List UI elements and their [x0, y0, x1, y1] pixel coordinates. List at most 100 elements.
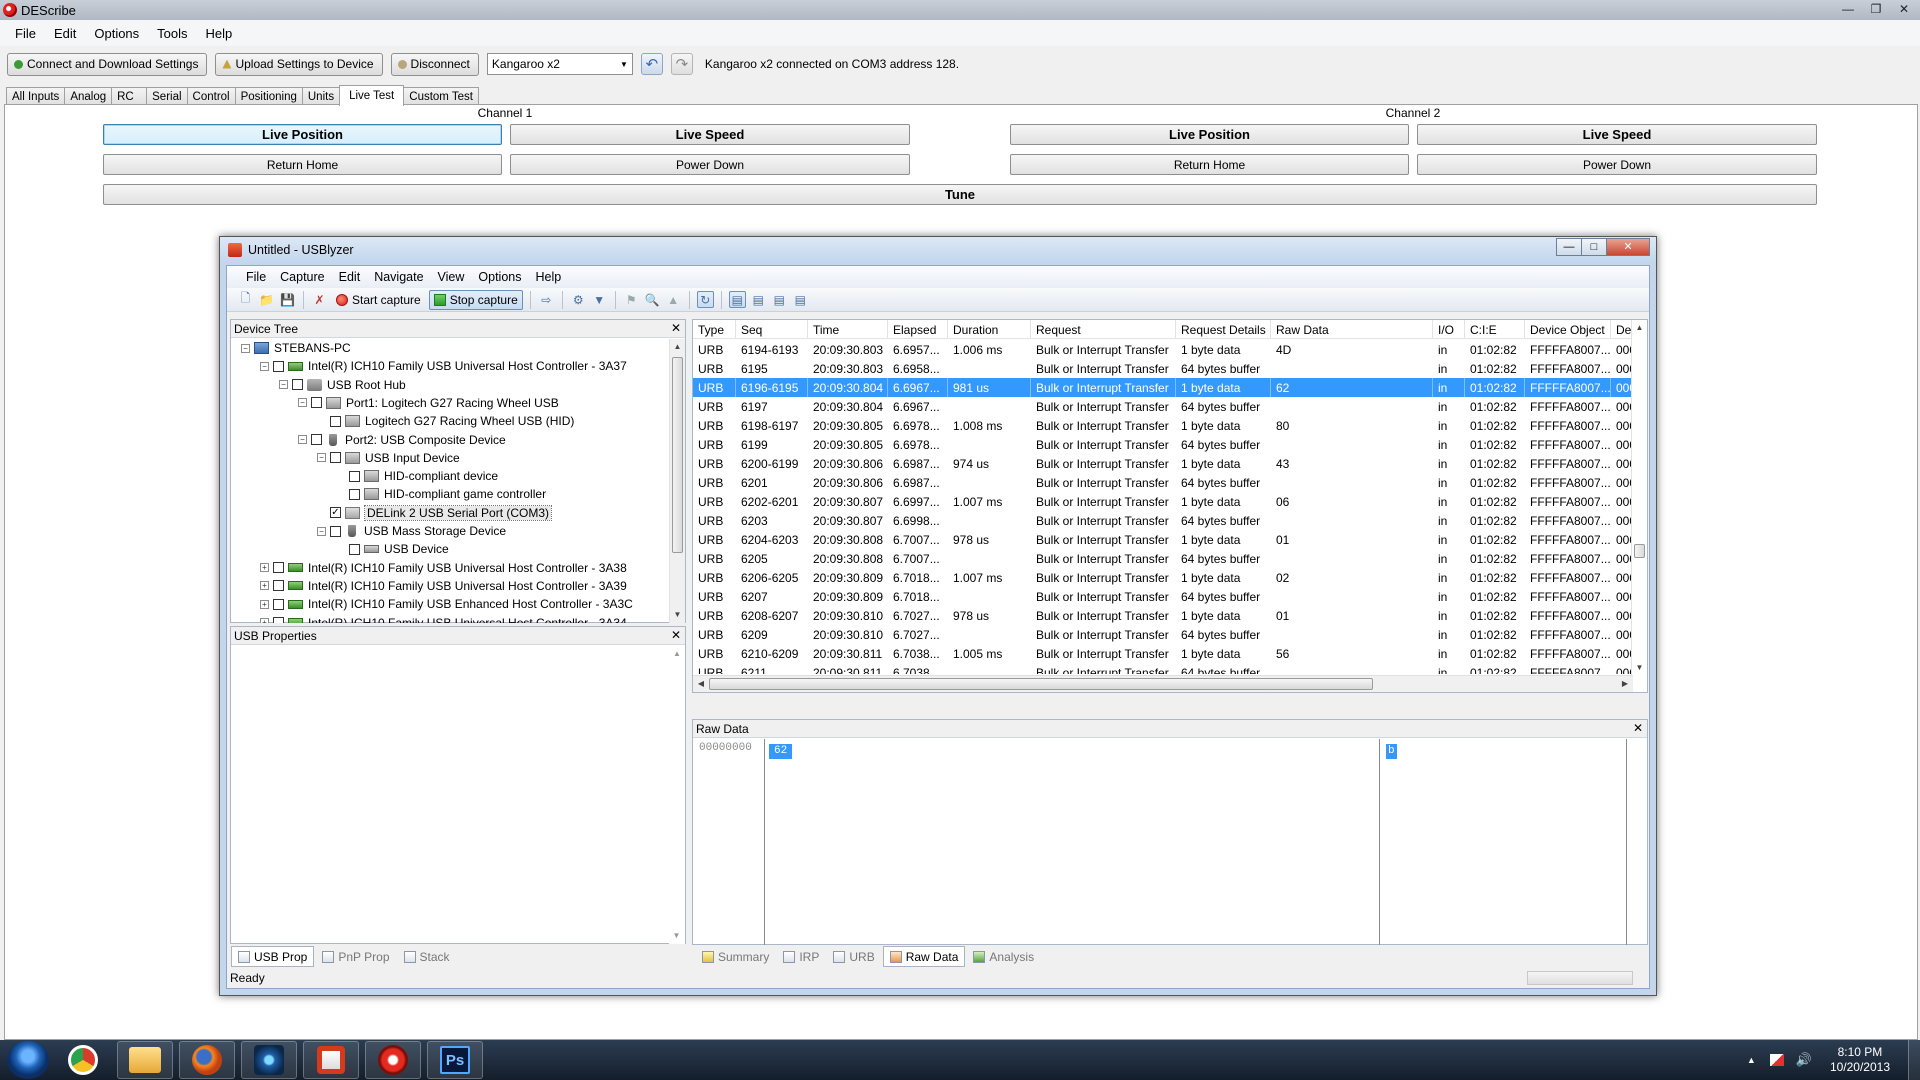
table-row[interactable]: URB 6208-6207 20:09:30.810 6.7027... 978 us B…: [693, 606, 1633, 625]
tab-usb-prop[interactable]: USB Prop: [231, 946, 315, 967]
menu-help[interactable]: Help: [197, 26, 242, 41]
tree-node[interactable]: + Intel(R) ICH10 Family USB Universal Hos…: [260, 577, 627, 595]
tab-control[interactable]: Control: [186, 87, 236, 105]
column-header[interactable]: Request Details: [1176, 320, 1271, 339]
raw-data-hex[interactable]: 62: [766, 739, 1380, 945]
tree-expander-icon[interactable]: +: [260, 599, 269, 609]
layout-2-icon[interactable]: ▤: [750, 291, 767, 308]
table-row[interactable]: URB 6205 20:09:30.808 6.7007... Bulk or Inte…: [693, 549, 1633, 568]
scroll-down-icon[interactable]: ▼: [670, 607, 685, 623]
device-tree-scrollbar[interactable]: ▲ ▼: [669, 339, 685, 623]
tree-node[interactable]: − Port2: USB Composite Device: [298, 431, 506, 449]
column-header[interactable]: Type: [693, 320, 736, 339]
raw-ascii-char[interactable]: b: [1386, 744, 1397, 759]
tree-node[interactable]: + Intel(R) ICH10 Family USB Universal Hos…: [260, 614, 627, 623]
scroll-thumb[interactable]: [709, 678, 1373, 690]
upload-settings-button[interactable]: Upload Settings to Device: [215, 52, 383, 76]
close-icon[interactable]: ✕: [671, 321, 681, 335]
tab-all-inputs[interactable]: All Inputs: [6, 87, 66, 105]
tab-live-test[interactable]: Live Test: [339, 85, 405, 106]
tree-checkbox[interactable]: [311, 434, 322, 445]
layout-3-icon[interactable]: ▤: [771, 291, 788, 308]
table-row[interactable]: URB 6200-6199 20:09:30.806 6.6987... 974 us B…: [693, 454, 1633, 473]
table-row[interactable]: URB 6209 20:09:30.810 6.7027... Bulk or Inte…: [693, 625, 1633, 644]
column-header[interactable]: I/O: [1433, 320, 1465, 339]
column-header[interactable]: Seq: [736, 320, 808, 339]
tree-expander-icon[interactable]: −: [241, 343, 250, 353]
ch1-return-home-button[interactable]: Return Home: [103, 154, 502, 175]
column-header[interactable]: C:I:E: [1465, 320, 1525, 339]
menu-tools[interactable]: Tools: [148, 26, 196, 41]
find-next-icon[interactable]: ▲: [665, 291, 682, 308]
scroll-up-icon[interactable]: ▲: [670, 339, 685, 355]
minimize-icon[interactable]: —: [1838, 2, 1858, 18]
usb-menu-edit[interactable]: Edit: [332, 270, 368, 284]
minimize-icon[interactable]: —: [1556, 238, 1582, 256]
new-file-icon[interactable]: 🗋: [237, 291, 254, 308]
menu-options[interactable]: Options: [85, 26, 148, 41]
tree-node[interactable]: − USB Mass Storage Device: [317, 522, 506, 540]
tree-checkbox[interactable]: [273, 617, 284, 623]
tree-expander-icon[interactable]: −: [260, 361, 269, 371]
filter-icon[interactable]: ▼: [591, 291, 608, 308]
tab-summary[interactable]: Summary: [696, 946, 775, 967]
tree-checkbox[interactable]: [349, 470, 360, 482]
column-header[interactable]: Raw Data: [1271, 320, 1433, 339]
tab-rc[interactable]: RC: [111, 87, 148, 105]
clock[interactable]: 8:10 PM 10/20/2013: [1830, 1045, 1890, 1075]
show-desktop-button[interactable]: [1908, 1040, 1920, 1080]
tab-urb[interactable]: URB: [827, 946, 880, 967]
scroll-thumb[interactable]: [672, 357, 683, 553]
show-hidden-icons-icon[interactable]: ▲: [1747, 1055, 1756, 1065]
tree-node[interactable]: + Intel(R) ICH10 Family USB Enhanced Host…: [260, 595, 633, 613]
layout-4-icon[interactable]: ▤: [792, 291, 809, 308]
column-header[interactable]: Duration: [948, 320, 1031, 339]
taskbar-network-app[interactable]: [241, 1041, 297, 1079]
table-row[interactable]: URB 6198-6197 20:09:30.805 6.6978... 1.008 m…: [693, 416, 1633, 435]
usb-menu-help[interactable]: Help: [529, 270, 569, 284]
tree-checkbox[interactable]: [330, 452, 341, 464]
open-folder-icon[interactable]: 📁: [258, 291, 275, 308]
tree-node[interactable]: ✓ DELink 2 USB Serial Port (COM3): [317, 504, 553, 522]
tree-node[interactable]: − USB Root Hub: [279, 376, 406, 394]
usb-menu-file[interactable]: File: [239, 270, 273, 284]
table-row[interactable]: URB 6211 20:09:30.811 6.7038... Bulk or Inte…: [693, 663, 1633, 675]
undo-button[interactable]: ↶: [640, 53, 663, 75]
tree-node[interactable]: − STEBANS-PC: [241, 339, 351, 357]
usb-menu-view[interactable]: View: [431, 270, 472, 284]
table-row[interactable]: URB 6197 20:09:30.804 6.6967... Bulk or Inte…: [693, 397, 1633, 416]
redo-button[interactable]: ↷: [670, 53, 693, 75]
scroll-down-icon[interactable]: ▼: [1632, 660, 1647, 676]
tab-irp[interactable]: IRP: [777, 946, 825, 967]
save-icon[interactable]: 💾: [279, 291, 296, 308]
ch2-live-speed-button[interactable]: Live Speed: [1417, 124, 1817, 145]
taskbar-photoshop[interactable]: Ps: [427, 1041, 483, 1079]
export-icon[interactable]: ⇨: [538, 291, 555, 308]
usb-properties-scrollbar[interactable]: ▲ ▼: [669, 646, 685, 944]
clear-icon[interactable]: ✗: [311, 291, 328, 308]
ch2-return-home-button[interactable]: Return Home: [1010, 154, 1409, 175]
filter-settings-icon[interactable]: ⚙: [570, 291, 587, 308]
tab-raw-data[interactable]: Raw Data: [882, 946, 966, 967]
menu-file[interactable]: File: [6, 26, 45, 41]
raw-data-ascii[interactable]: b: [1381, 739, 1627, 945]
tree-checkbox[interactable]: [330, 415, 341, 427]
close-icon[interactable]: ✕: [1894, 2, 1914, 18]
restore-icon[interactable]: ❐: [1866, 2, 1886, 18]
scroll-thumb[interactable]: [1634, 544, 1645, 558]
scroll-down-icon[interactable]: ▼: [669, 928, 684, 944]
menu-edit[interactable]: Edit: [45, 26, 85, 41]
layout-1-icon[interactable]: ▤: [728, 291, 746, 308]
tree-checkbox[interactable]: [273, 562, 284, 574]
table-row[interactable]: URB 6210-6209 20:09:30.811 6.7038... 1.005 m…: [693, 644, 1633, 663]
ch1-live-position-button[interactable]: Live Position: [103, 124, 502, 145]
usb-menu-navigate[interactable]: Navigate: [367, 270, 430, 284]
ch1-live-speed-button[interactable]: Live Speed: [510, 124, 910, 145]
column-header[interactable]: Request: [1031, 320, 1176, 339]
tab-custom-test[interactable]: Custom Test: [403, 87, 479, 105]
tree-expander-icon[interactable]: −: [317, 526, 326, 536]
close-icon[interactable]: ✕: [1633, 721, 1643, 735]
ch2-live-position-button[interactable]: Live Position: [1010, 124, 1409, 145]
tab-pnp-prop[interactable]: PnP Prop: [316, 946, 395, 967]
search-icon[interactable]: 🔍: [644, 291, 661, 308]
